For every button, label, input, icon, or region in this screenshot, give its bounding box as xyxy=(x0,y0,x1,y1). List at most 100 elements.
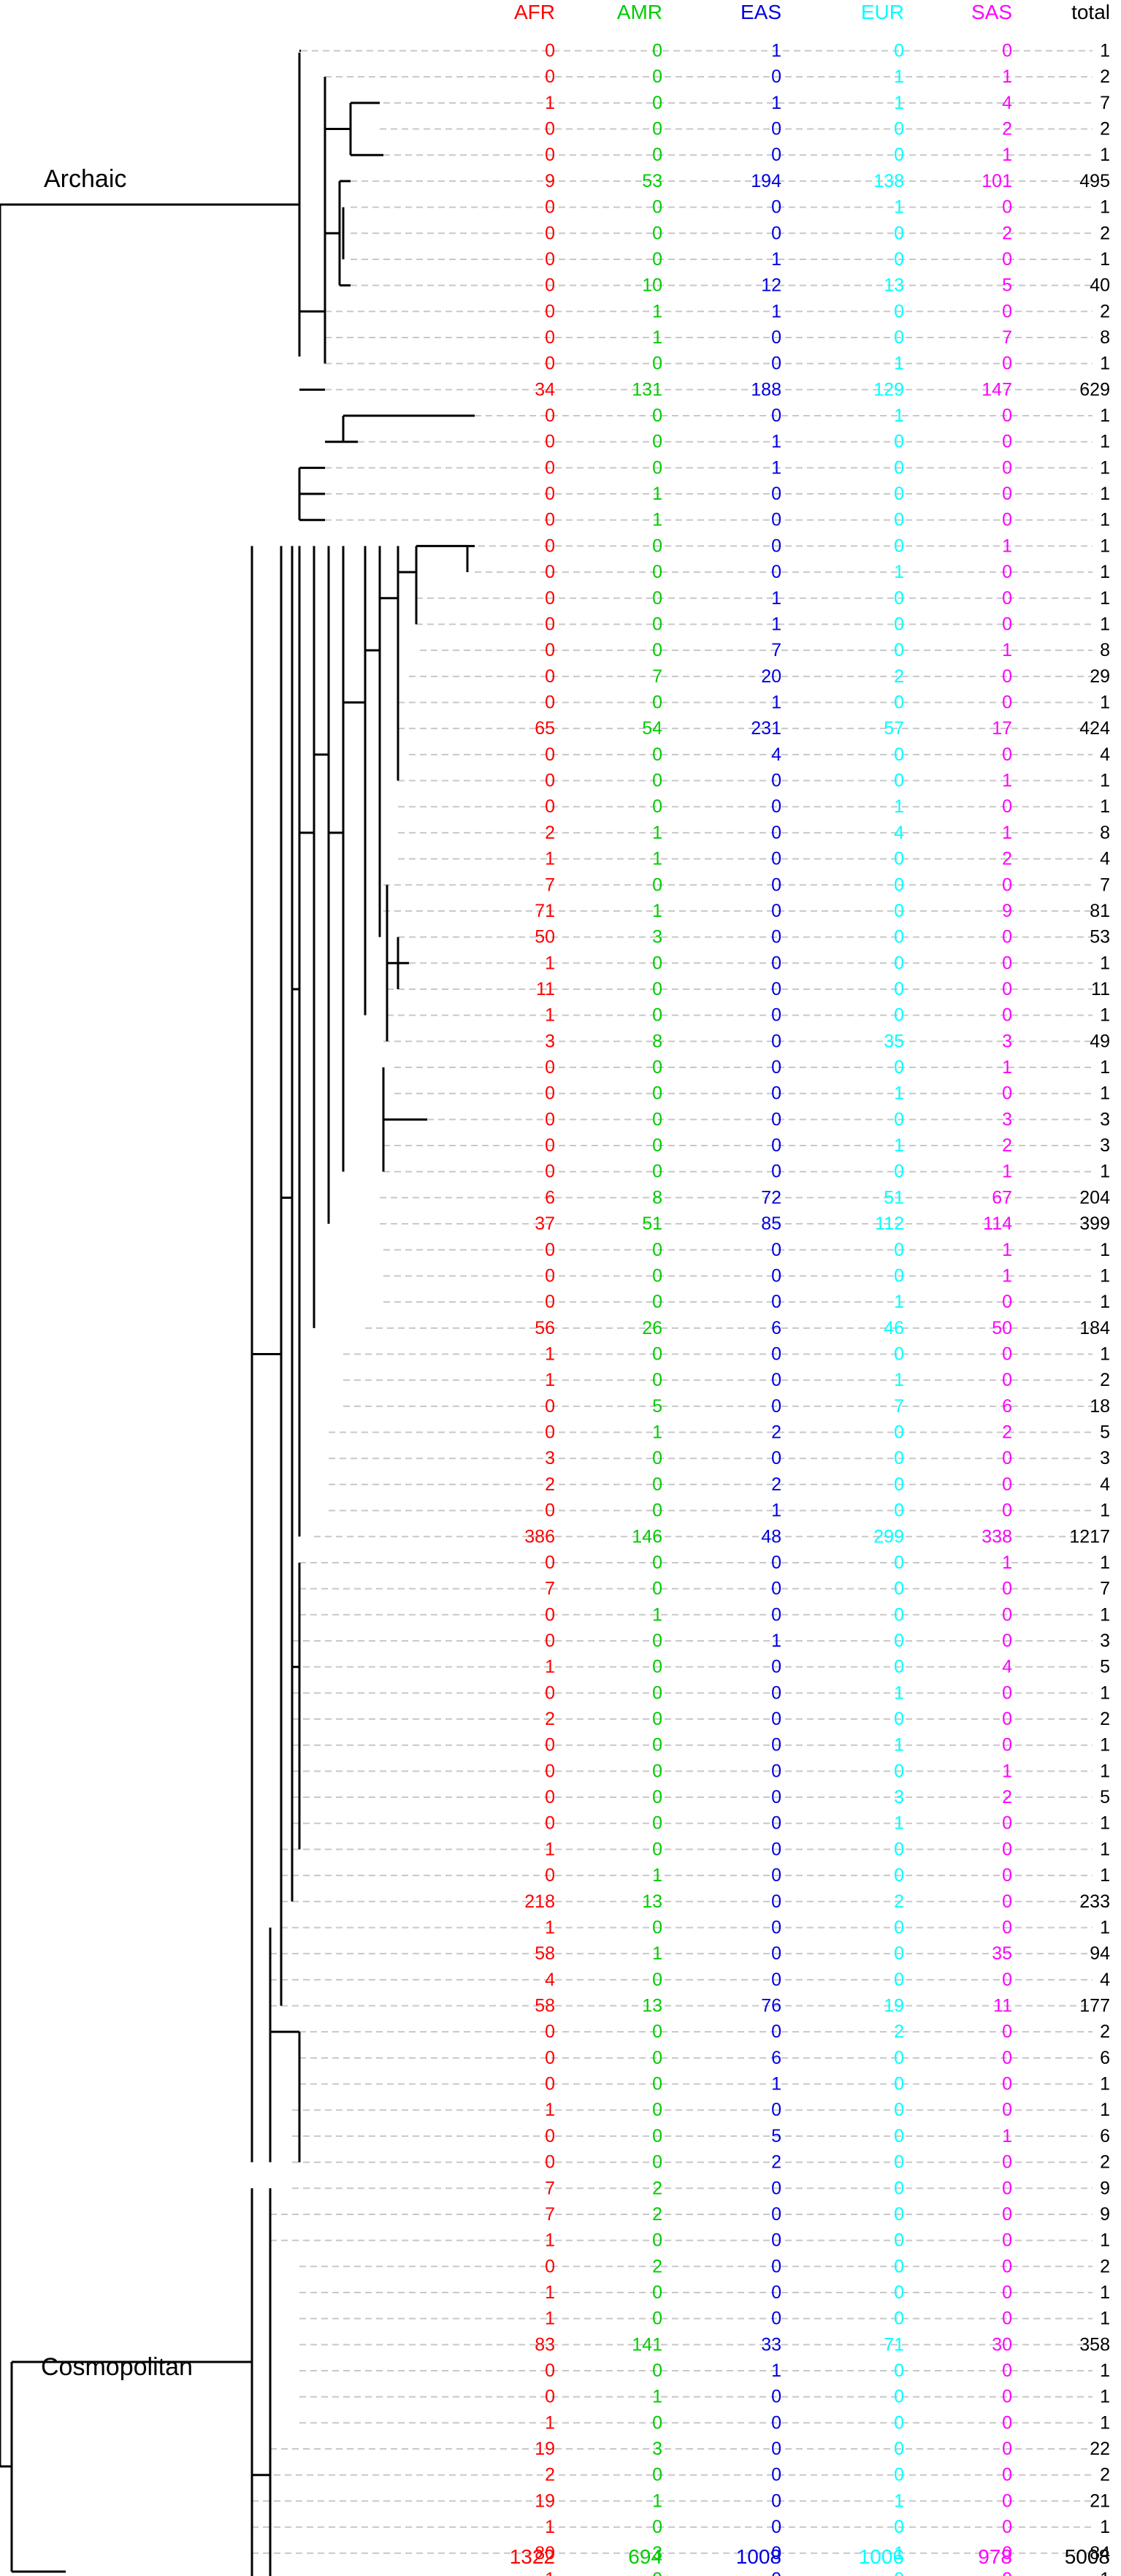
cell-total: 9 xyxy=(1100,2204,1110,2225)
cell-amr: 0 xyxy=(652,1839,662,1859)
cell-total: 2 xyxy=(1100,119,1110,140)
cell-afr: 11 xyxy=(536,979,555,999)
cell-total: 94 xyxy=(1090,1943,1110,1964)
cell-amr: 0 xyxy=(652,2021,662,2042)
cell-amr: 0 xyxy=(652,405,662,426)
cell-sas: 0 xyxy=(1002,2517,1012,2537)
cell-total: 358 xyxy=(1079,2334,1110,2355)
cell-total: 1 xyxy=(1100,1292,1110,1312)
cell-afr: 0 xyxy=(545,405,555,426)
cell-total: 1 xyxy=(1100,1344,1110,1365)
cell-eas: 0 xyxy=(771,823,781,843)
table-row: 7 2 0 0 0 9 xyxy=(545,2204,1110,2225)
cell-eur: 0 xyxy=(894,2282,904,2303)
cell-eur: 1 xyxy=(894,2491,904,2511)
cell-sas: 0 xyxy=(1002,41,1012,61)
cell-eas: 0 xyxy=(771,901,781,921)
total-total: 5008 xyxy=(1065,2545,1110,2568)
cell-eur: 0 xyxy=(894,536,904,556)
cell-afr: 3 xyxy=(545,1031,555,1051)
cell-total: 495 xyxy=(1079,171,1110,191)
count-table: 0 0 1 0 0 10 0 0 1 1 21 0 1 1 4 70 0 0 0 2 20 0 0 0 1 19 53 194 138 1… xyxy=(524,41,1110,2576)
cell-eur: 0 xyxy=(894,2387,904,2407)
total-eas: 1008 xyxy=(736,2545,781,2568)
cell-total: 1 xyxy=(1100,2360,1110,2381)
cell-afr: 0 xyxy=(545,1813,555,1834)
table-row: 0 0 0 3 2 5 xyxy=(545,1787,1110,1807)
cell-eur: 13 xyxy=(884,275,904,296)
cell-eas: 20 xyxy=(761,666,781,687)
cell-eas: 1 xyxy=(771,41,781,61)
cell-eas: 33 xyxy=(761,2334,781,2355)
cell-sas: 0 xyxy=(1002,2569,1012,2576)
cell-afr: 0 xyxy=(545,562,555,582)
cell-amr: 0 xyxy=(652,1709,662,1729)
cell-eur: 1 xyxy=(894,1292,904,1312)
cell-eur: 0 xyxy=(894,1631,904,1651)
cell-total: 1 xyxy=(1100,1917,1110,1937)
cell-amr: 1 xyxy=(652,901,662,921)
cell-afr: 0 xyxy=(545,1501,555,1521)
cell-total: 1 xyxy=(1100,2412,1110,2433)
cell-sas: 1 xyxy=(1002,2126,1012,2146)
cell-afr: 1 xyxy=(545,1370,555,1390)
cell-amr: 1 xyxy=(652,301,662,321)
cell-sas: 3 xyxy=(1002,1031,1012,1051)
cell-eas: 72 xyxy=(761,1187,781,1208)
cell-eas: 12 xyxy=(761,275,781,296)
cell-afr: 0 xyxy=(545,1083,555,1104)
cell-total: 9 xyxy=(1100,2178,1110,2198)
cell-eur: 0 xyxy=(894,1657,904,1677)
cell-sas: 0 xyxy=(1002,2256,1012,2276)
cell-amr: 1 xyxy=(652,327,662,348)
cell-afr: 0 xyxy=(545,614,555,634)
cell-amr: 0 xyxy=(652,1657,662,1677)
table-row: 1 0 0 0 0 1 xyxy=(545,1839,1110,1859)
cell-eas: 0 xyxy=(771,2387,781,2407)
cell-afr: 0 xyxy=(545,1735,555,1756)
cell-eas: 0 xyxy=(771,145,781,165)
cell-total: 1 xyxy=(1100,2387,1110,2407)
cell-total: 81 xyxy=(1090,901,1110,921)
total-afr: 1322 xyxy=(510,2545,555,2568)
cell-sas: 0 xyxy=(1002,2204,1012,2225)
cell-afr: 0 xyxy=(545,301,555,321)
cell-afr: 0 xyxy=(545,1240,555,1260)
cell-afr: 0 xyxy=(545,1787,555,1807)
cell-eas: 0 xyxy=(771,2465,781,2485)
cell-eas: 0 xyxy=(771,405,781,426)
cell-eur: 57 xyxy=(884,718,904,739)
cell-eur: 51 xyxy=(884,1187,904,1208)
cell-eur: 7 xyxy=(894,1396,904,1417)
cell-amr: 0 xyxy=(652,2230,662,2251)
cell-afr: 0 xyxy=(545,275,555,296)
cell-eas: 0 xyxy=(771,1709,781,1729)
cell-amr: 0 xyxy=(652,2126,662,2146)
cell-afr: 19 xyxy=(535,2439,555,2459)
cell-eas: 1 xyxy=(771,432,781,452)
cell-amr: 0 xyxy=(652,1813,662,1834)
cell-eur: 0 xyxy=(894,301,904,321)
cell-eur: 0 xyxy=(894,2465,904,2485)
cell-eur: 0 xyxy=(894,1422,904,1443)
cell-total: 177 xyxy=(1079,1996,1110,2016)
cell-eur: 1 xyxy=(894,1813,904,1834)
cell-eas: 2 xyxy=(771,2152,781,2173)
cell-eur: 0 xyxy=(894,2256,904,2276)
cell-amr: 0 xyxy=(652,2412,662,2433)
cell-amr: 0 xyxy=(652,640,662,660)
cell-eas: 0 xyxy=(771,2256,781,2276)
cell-eas: 0 xyxy=(771,1344,781,1365)
cell-eur: 0 xyxy=(894,927,904,948)
table-row: 0 0 0 0 1 1 xyxy=(545,536,1110,556)
cell-amr: 0 xyxy=(652,1265,662,1286)
cell-eas: 0 xyxy=(771,1265,781,1286)
cell-sas: 0 xyxy=(1002,1813,1012,1834)
cell-amr: 26 xyxy=(642,1318,662,1338)
cell-amr: 1 xyxy=(652,1422,662,1443)
cell-eur: 1 xyxy=(894,1083,904,1104)
cell-amr: 1 xyxy=(652,849,662,869)
cell-eur: 0 xyxy=(894,1552,904,1573)
cell-eas: 0 xyxy=(771,1005,781,1026)
cell-amr: 0 xyxy=(652,1448,662,1468)
